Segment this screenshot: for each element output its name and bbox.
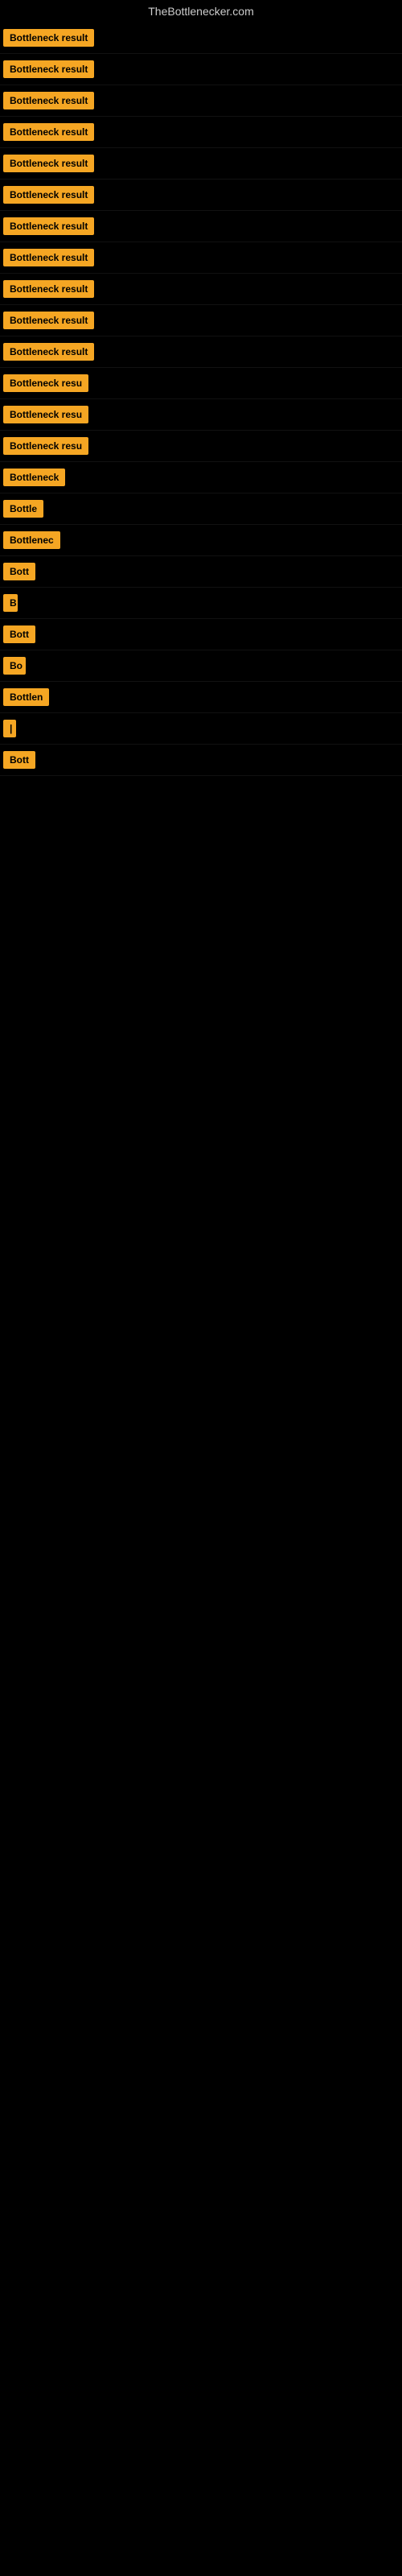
bottleneck-result-badge[interactable]: B xyxy=(3,594,18,612)
list-item: Bottleneck result xyxy=(0,211,402,242)
site-title-container: TheBottlenecker.com xyxy=(0,0,402,23)
bottleneck-result-badge[interactable]: Bottleneck resu xyxy=(3,374,88,392)
list-item: Bottleneck result xyxy=(0,336,402,368)
list-item: B xyxy=(0,588,402,619)
list-item: Bottlenec xyxy=(0,525,402,556)
bottleneck-result-badge[interactable]: Bott xyxy=(3,625,35,643)
bottleneck-result-badge[interactable]: Bottleneck result xyxy=(3,123,94,141)
bottleneck-result-badge[interactable]: Bottleneck result xyxy=(3,280,94,298)
list-item: Bott xyxy=(0,745,402,776)
list-item: Bott xyxy=(0,619,402,650)
bottleneck-result-badge[interactable]: Bottleneck result xyxy=(3,92,94,109)
list-item: Bottleneck result xyxy=(0,305,402,336)
bottleneck-result-badge[interactable]: | xyxy=(3,720,16,737)
list-item: Bottleneck resu xyxy=(0,399,402,431)
list-item: Bottleneck result xyxy=(0,23,402,54)
bottleneck-result-badge[interactable]: Bottleneck result xyxy=(3,186,94,204)
bottleneck-result-badge[interactable]: Bott xyxy=(3,563,35,580)
list-item: Bottle xyxy=(0,493,402,525)
bottleneck-result-badge[interactable]: Bottleneck result xyxy=(3,312,94,329)
site-title: TheBottlenecker.com xyxy=(0,0,402,23)
bottleneck-result-badge[interactable]: Bott xyxy=(3,751,35,769)
bottleneck-result-badge[interactable]: Bottleneck xyxy=(3,469,65,486)
list-item: | xyxy=(0,713,402,745)
bottleneck-result-badge[interactable]: Bottleneck result xyxy=(3,60,94,78)
list-item: Bottleneck result xyxy=(0,148,402,180)
list-item: Bottleneck resu xyxy=(0,368,402,399)
list-item: Bottleneck result xyxy=(0,274,402,305)
list-item: Bottleneck result xyxy=(0,180,402,211)
list-item: Bottleneck xyxy=(0,462,402,493)
bottleneck-result-badge[interactable]: Bottleneck resu xyxy=(3,406,88,423)
bottleneck-result-badge[interactable]: Bottlen xyxy=(3,688,49,706)
list-item: Bo xyxy=(0,650,402,682)
badges-container: Bottleneck result Bottleneck result Bottle… xyxy=(0,23,402,776)
list-item: Bottleneck resu xyxy=(0,431,402,462)
bottleneck-result-badge[interactable]: Bottleneck result xyxy=(3,29,94,47)
bottleneck-result-badge[interactable]: Bottleneck result xyxy=(3,217,94,235)
bottleneck-result-badge[interactable]: Bottleneck result xyxy=(3,343,94,361)
list-item: Bottleneck result xyxy=(0,54,402,85)
list-item: Bott xyxy=(0,556,402,588)
list-item: Bottleneck result xyxy=(0,117,402,148)
list-item: Bottleneck result xyxy=(0,242,402,274)
list-item: Bottleneck result xyxy=(0,85,402,117)
bottleneck-result-badge[interactable]: Bottleneck result xyxy=(3,155,94,172)
list-item: Bottlen xyxy=(0,682,402,713)
bottleneck-result-badge[interactable]: Bottleneck resu xyxy=(3,437,88,455)
bottleneck-result-badge[interactable]: Bo xyxy=(3,657,26,675)
bottleneck-result-badge[interactable]: Bottleneck result xyxy=(3,249,94,266)
bottleneck-result-badge[interactable]: Bottle xyxy=(3,500,43,518)
bottleneck-result-badge[interactable]: Bottlenec xyxy=(3,531,60,549)
